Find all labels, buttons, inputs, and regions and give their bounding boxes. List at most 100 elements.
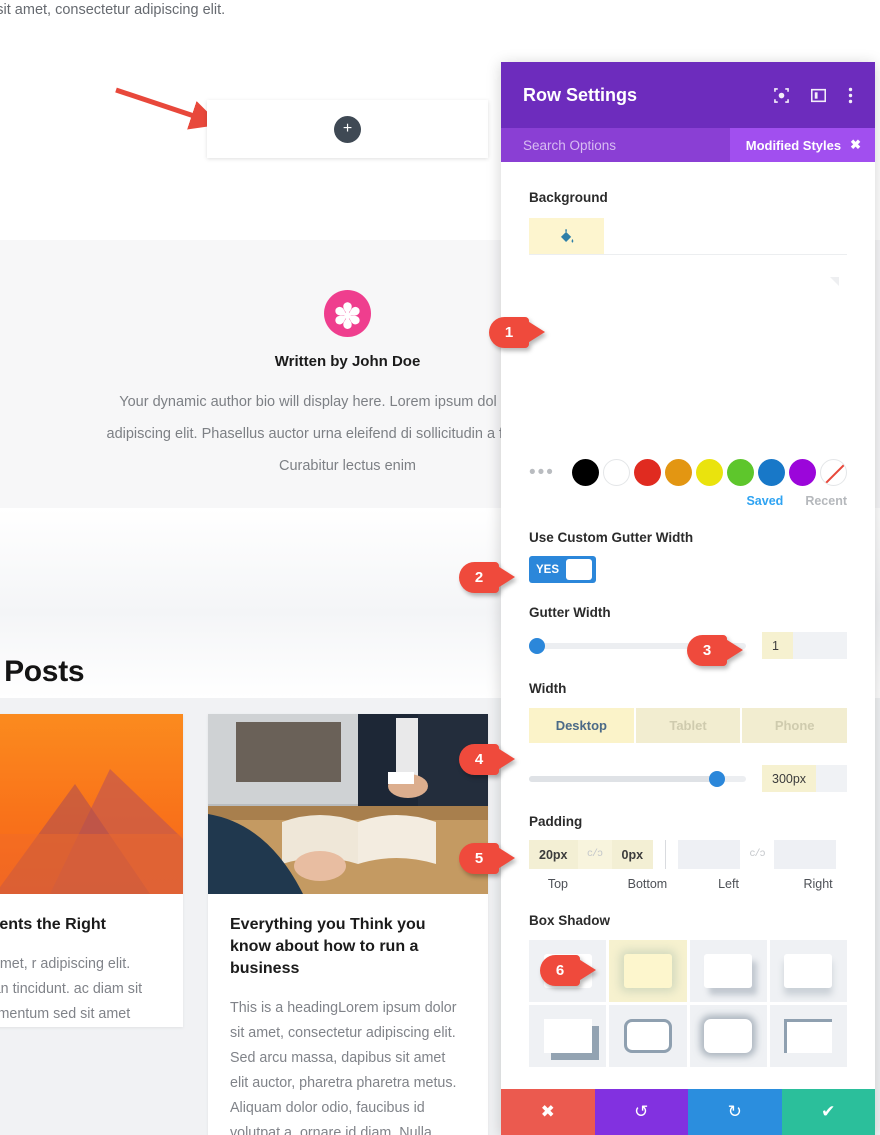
business-meeting-photo (208, 714, 488, 894)
tab-tablet[interactable]: Tablet (635, 708, 741, 743)
padding-top-input[interactable]: 20px (529, 840, 578, 869)
redo-button[interactable]: ↻ (688, 1089, 782, 1135)
swatch-white[interactable] (603, 459, 630, 486)
padding-labels: Top Bottom Left Right (529, 877, 847, 891)
swatch-yellow[interactable] (696, 459, 723, 486)
panel-title: Row Settings (523, 84, 638, 105)
saved-tab[interactable]: Saved (746, 494, 783, 508)
swatch-blue[interactable] (758, 459, 785, 486)
tab-desktop[interactable]: Desktop (529, 708, 634, 743)
width-slider-knob[interactable] (709, 770, 726, 787)
callout-pin-number: 6 (540, 955, 580, 986)
width-field[interactable]: 300px (762, 765, 847, 792)
padding-link-horizontal-icon[interactable]: c/ɔ (740, 849, 774, 860)
recent-tab[interactable]: Recent (805, 494, 847, 508)
gutter-width-label: Gutter Width (529, 605, 611, 620)
width-label: Width (529, 681, 567, 696)
post-card-excerpt: This is a headingLorem ipsum dolor sit a… (230, 1000, 457, 1135)
callout-pin-number: 4 (459, 744, 499, 775)
swatch-red[interactable] (634, 459, 661, 486)
callout-pin-number: 3 (687, 635, 727, 666)
callout-pin-4: 4 (459, 744, 515, 775)
post-card-excerpt: m dolor sit amet, r adipiscing elit. Nul… (0, 956, 143, 1022)
post-card-title: Everything you Think you know about how … (230, 916, 426, 977)
padding-top-label: Top (547, 877, 568, 891)
callout-pin-number: 2 (459, 562, 499, 593)
save-button[interactable]: ✔ (781, 1089, 875, 1135)
post-card[interactable]: Everything you Think you know about how … (208, 714, 488, 1135)
color-swatch-row: ••• (529, 459, 847, 486)
add-row-plus-icon[interactable]: + (334, 115, 361, 143)
cancel-button[interactable]: ✖ (501, 1089, 595, 1135)
callout-pin-5: 5 (459, 843, 515, 874)
box-shadow-preset-corner-frame[interactable] (769, 1005, 847, 1067)
swatch-green[interactable] (727, 459, 754, 486)
padding-left-label: Left (718, 877, 739, 891)
background-color-tab[interactable] (529, 218, 604, 254)
post-card[interactable]: n More Clients the Right m dolor sit ame… (0, 714, 183, 1027)
panel-layout-icon[interactable] (811, 88, 826, 103)
callout-pin-6: 6 (540, 955, 596, 986)
add-row-placeholder[interactable]: + (207, 100, 488, 158)
padding-label: Padding (529, 814, 583, 829)
box-shadow-preset-glow[interactable] (609, 940, 687, 1002)
box-shadow-preset-blur-edge[interactable] (689, 1005, 767, 1067)
padding-left-input[interactable] (678, 840, 741, 869)
custom-gutter-label: Use Custom Gutter Width (529, 530, 694, 545)
mountain-sunset-photo (0, 714, 183, 894)
box-shadow-label: Box Shadow (529, 913, 611, 928)
modified-styles-label: Modified Styles (745, 137, 842, 153)
padding-divider (665, 840, 667, 869)
padding-link-vertical-icon[interactable]: c/ɔ (577, 840, 612, 869)
box-shadow-preset-outline[interactable] (609, 1005, 687, 1067)
toggle-knob (566, 559, 592, 580)
gutter-width-slider-knob[interactable] (529, 637, 545, 654)
background-label: Background (529, 190, 608, 205)
asterisk-icon: ✽ (324, 290, 371, 337)
gutter-width-value: 1 (762, 632, 793, 659)
width-slider[interactable] (529, 770, 746, 787)
paint-bucket-icon (560, 228, 574, 243)
callout-pin-number: 5 (459, 843, 499, 874)
more-options-icon[interactable]: ••• (529, 463, 566, 482)
padding-bottom-label: Bottom (627, 877, 668, 891)
width-control: 300px (529, 765, 847, 792)
swatch-orange[interactable] (665, 459, 692, 486)
padding-right-label: Right (803, 877, 833, 891)
modified-styles-badge[interactable]: Modified Styles ✖ (729, 128, 875, 162)
callout-pin-3: 3 (687, 635, 743, 666)
callout-pin-2: 2 (459, 562, 515, 593)
callout-pin-1: 1 (489, 317, 545, 348)
device-tabs: Desktop Tablet Phone (529, 708, 848, 743)
color-swatches (572, 459, 847, 486)
panel-scroll-area[interactable]: Background ••• Saved Recent Use Custom G… (501, 162, 875, 1089)
padding-fields: 20px c/ɔ 0px c/ɔ (529, 840, 847, 869)
padding-bottom-input[interactable]: 0px (611, 840, 654, 869)
box-shadow-preset-drop-soft[interactable] (769, 940, 847, 1002)
box-shadow-preset-inset-corner[interactable] (529, 1005, 607, 1067)
close-icon[interactable]: ✖ (850, 137, 861, 153)
search-input[interactable] (501, 137, 730, 153)
undo-button[interactable]: ↺ (594, 1089, 688, 1135)
panel-header: Row Settings (501, 62, 875, 128)
gutter-width-field[interactable]: 1 (762, 632, 847, 659)
swatch-purple[interactable] (789, 459, 816, 486)
toggle-value: YES (536, 563, 560, 576)
kebab-menu-icon[interactable] (848, 87, 853, 104)
posts-heading: l Posts (0, 655, 85, 688)
callout-pin-number: 1 (489, 317, 529, 348)
color-picker-area[interactable] (529, 255, 847, 455)
box-shadow-preset-drop-bottom[interactable] (689, 940, 767, 1002)
panel-footer: ✖ ↺ ↻ ✔ (501, 1089, 875, 1135)
intro-paragraph: dolor sit amet, consectetur adipiscing e… (0, 2, 226, 18)
swatch-tabs: Saved Recent (529, 494, 847, 508)
focus-target-icon[interactable] (774, 87, 789, 103)
tab-phone[interactable]: Phone (742, 708, 848, 743)
search-options-bar: Modified Styles ✖ (501, 128, 875, 162)
width-value: 300px (762, 765, 817, 792)
swatch-transparent[interactable] (820, 459, 847, 486)
swatch-black[interactable] (572, 459, 599, 486)
custom-gutter-toggle[interactable]: YES (529, 556, 596, 583)
post-card-title: n More Clients the Right (0, 916, 106, 933)
padding-right-input[interactable] (774, 840, 837, 869)
